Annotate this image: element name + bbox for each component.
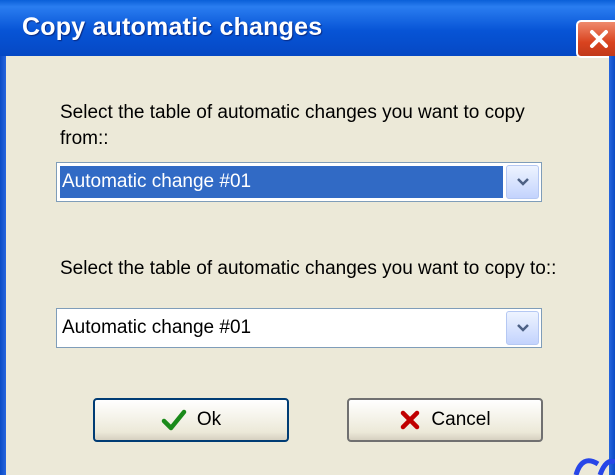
x-icon — [399, 409, 421, 431]
source-table-value: Automatic change #01 — [60, 166, 503, 198]
destination-table-label: Select the table of automatic changes yo… — [60, 258, 557, 279]
copy-automatic-changes-dialog: Copy automatic changes Select the table … — [0, 0, 615, 475]
window-title: Copy automatic changes — [22, 13, 323, 41]
ok-button-label: Ok — [196, 409, 222, 430]
destination-table-select[interactable]: Automatic change #01 — [56, 308, 542, 348]
destination-table-value: Automatic change #01 — [62, 317, 252, 338]
destination-dropdown-button[interactable] — [506, 311, 539, 345]
title-bar[interactable]: Copy automatic changes — [0, 0, 615, 58]
chevron-down-icon — [516, 324, 529, 332]
checkmark-icon — [161, 409, 187, 431]
close-button[interactable] — [576, 20, 615, 58]
source-table-select[interactable]: Automatic change #01 — [56, 162, 542, 202]
window-frame-left — [0, 56, 6, 475]
window-frame-right — [609, 56, 615, 475]
source-dropdown-button[interactable] — [506, 165, 539, 199]
source-table-label: Select the table of automatic changes yo… — [60, 102, 525, 149]
chevron-down-icon — [516, 178, 529, 186]
ok-button[interactable]: Ok — [93, 398, 289, 442]
cancel-button[interactable]: Cancel — [347, 398, 543, 442]
cancel-button-label: Cancel — [431, 409, 491, 430]
close-icon — [589, 30, 608, 48]
decorative-corner-mark — [573, 458, 615, 475]
